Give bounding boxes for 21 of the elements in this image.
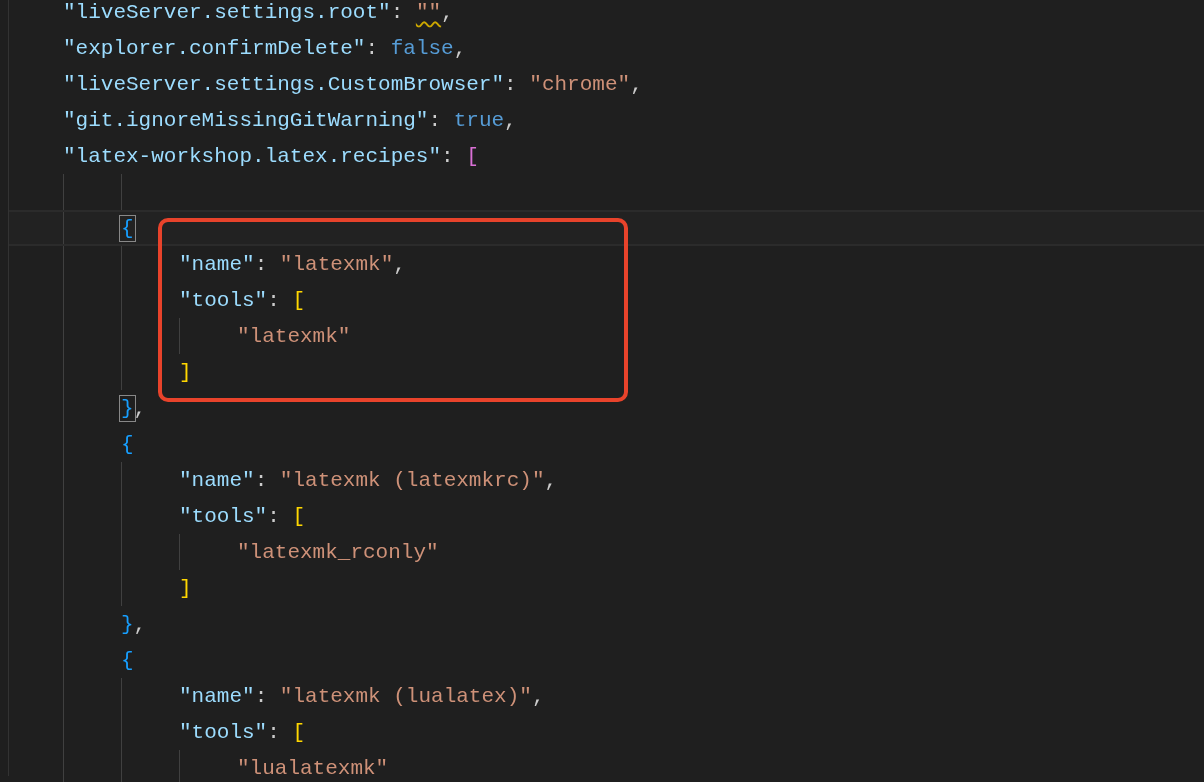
code-line: "lualatexmk": [237, 756, 389, 780]
code-line: },: [121, 396, 147, 420]
code-line: {: [121, 216, 134, 240]
code-line: "name": "latexmk (lualatex)",: [179, 684, 545, 708]
code-line: {: [121, 432, 134, 456]
code-line: "latex-workshop.latex.recipes": [: [63, 144, 479, 168]
code-line: ]: [179, 576, 192, 600]
code-line: ]: [179, 360, 192, 384]
code-line: {: [121, 648, 134, 672]
code-line: "latexmk": [237, 324, 351, 348]
code-line: "explorer.confirmDelete": false,: [63, 36, 467, 60]
code-line: "latexmk_rconly": [237, 540, 439, 564]
code-line: "liveServer.settings.root": "",: [63, 0, 454, 24]
code-line: },: [121, 612, 147, 636]
code-line: "name": "latexmk (latexmkrc)",: [179, 468, 558, 492]
code-line: "tools": [: [179, 288, 306, 312]
code-line: "tools": [: [179, 504, 306, 528]
code-line: "liveServer.settings.CustomBrowser": "chrome",: [63, 72, 643, 96]
code-line: "name": "latexmk",: [179, 252, 406, 276]
code-line: "git.ignoreMissingGitWarning": true,: [63, 108, 517, 132]
code-line: "tools": [: [179, 720, 306, 744]
